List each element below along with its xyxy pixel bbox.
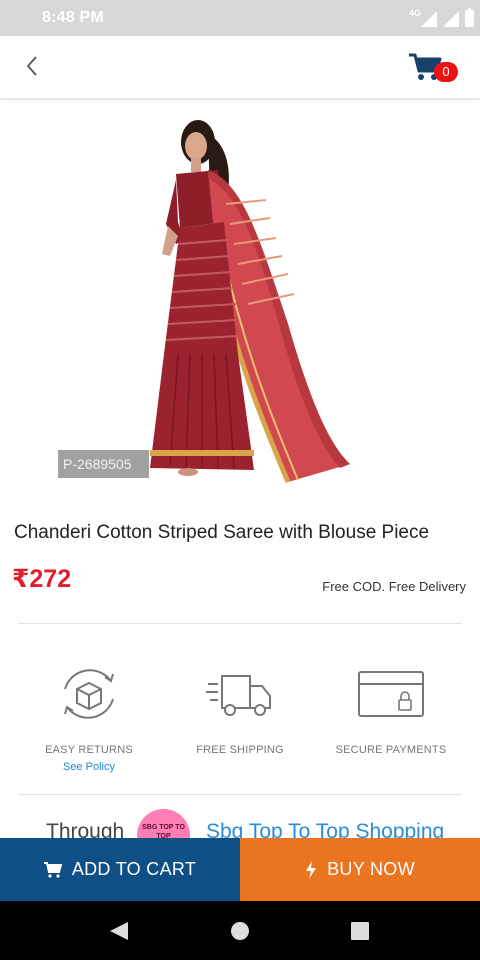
nav-home-icon	[231, 922, 249, 940]
status-time: 8:48 PM	[42, 9, 104, 26]
see-policy-link[interactable]: See Policy	[63, 761, 115, 773]
nav-recents-icon	[351, 922, 369, 940]
signal-icon-2	[443, 11, 459, 27]
divider	[18, 623, 462, 624]
signal-icon	[421, 11, 437, 27]
buy-now-label: BUY NOW	[327, 859, 415, 879]
delivery-truck-icon	[206, 675, 271, 716]
nav-home-button[interactable]	[227, 918, 253, 944]
add-to-cart-label: ADD TO CART	[71, 859, 197, 879]
status-icons: 4G	[409, 8, 474, 27]
promo-link[interactable]: Sbg Top To Top Shopping	[206, 820, 444, 838]
status-bar: 8:48 PM 4G	[0, 0, 480, 36]
delivery-note: Free COD. Free Delivery	[322, 579, 466, 594]
divider	[18, 794, 462, 795]
action-bar: ADD TO CART BUY NOW	[0, 838, 480, 901]
feature-easy-returns: EASY RETURNS See Policy	[14, 656, 164, 775]
feature-free-shipping: FREE SHIPPING	[165, 656, 315, 756]
nav-recents-button[interactable]	[347, 918, 373, 944]
promo-strip: Through SBG TOP TO TOP Sbg Top To Top Sh…	[0, 804, 480, 838]
feature-label: FREE SHIPPING	[196, 744, 284, 756]
product-title: Chanderi Cotton Striped Saree with Blous…	[14, 522, 430, 543]
promo-text: Through	[46, 820, 125, 838]
nav-back-button[interactable]	[106, 918, 132, 944]
product-price: ₹272	[12, 565, 72, 593]
system-nav-bar	[0, 901, 480, 960]
feature-label: EASY RETURNS	[45, 744, 133, 756]
product-image[interactable]	[58, 104, 378, 490]
battery-icon	[465, 8, 474, 27]
promo-badge: SBG TOP TO TOP	[137, 809, 190, 838]
box-returns-icon	[64, 669, 114, 719]
lightning-icon	[305, 860, 317, 879]
chevron-left-icon	[26, 56, 37, 76]
card-lock-icon	[358, 671, 424, 717]
network-type: 4G	[408, 8, 421, 18]
app-header: 0	[0, 36, 480, 98]
feature-label: SECURE PAYMENTS	[335, 744, 447, 756]
saree-illustration	[150, 120, 350, 483]
back-button[interactable]	[18, 52, 46, 80]
add-to-cart-button[interactable]: ADD TO CART	[0, 838, 240, 901]
feature-secure-payments: SECURE PAYMENTS	[316, 656, 466, 756]
cart-count-badge: 0	[434, 62, 458, 82]
buy-now-button[interactable]: BUY NOW	[240, 838, 480, 901]
product-id-label: P-2689505	[58, 450, 149, 478]
cart-button[interactable]: 0	[408, 52, 460, 86]
nav-back-icon	[110, 922, 128, 940]
cart-icon	[43, 861, 62, 878]
